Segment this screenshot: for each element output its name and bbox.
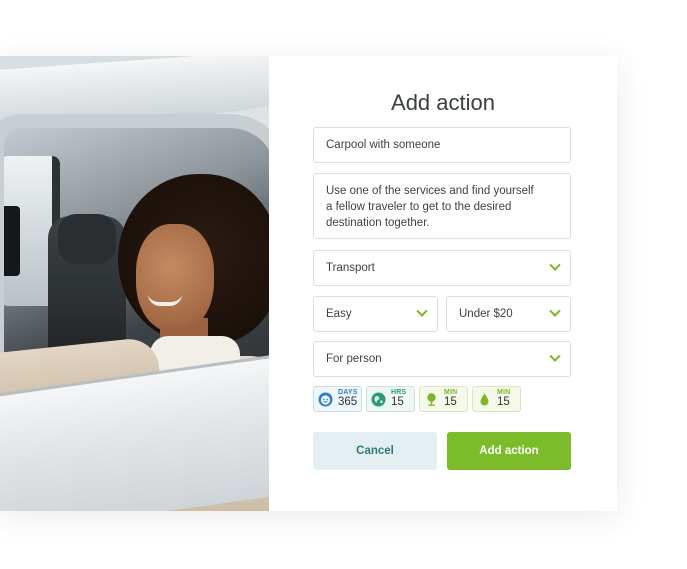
hours-badge-value: 15 [391, 396, 404, 409]
audience-select[interactable]: For person [313, 341, 571, 377]
audience-select-value: For person [326, 353, 382, 365]
days-badge-unit: DAYS [338, 389, 358, 397]
action-name-input[interactable]: Carpool with someone [313, 127, 571, 163]
chevron-down-icon [416, 305, 428, 317]
category-select[interactable]: Transport [313, 250, 571, 286]
chevron-down-icon [549, 350, 561, 362]
minutes-badge-drop: MIN 15 [472, 386, 521, 412]
minutes-badge-drop-value: 15 [497, 396, 510, 409]
minutes-badge-tree: MIN 15 [419, 386, 468, 412]
drop-icon [477, 392, 492, 407]
add-action-card: Add action Carpool with someone Use one … [0, 56, 617, 511]
minutes-badge-tree-unit: MIN [444, 389, 458, 397]
chevron-down-icon [549, 305, 561, 317]
cost-select-value: Under $20 [459, 308, 513, 320]
minutes-badge-drop-unit: MIN [497, 389, 511, 397]
add-action-button[interactable]: Add action [447, 432, 571, 470]
add-action-form: Add action Carpool with someone Use one … [269, 56, 617, 511]
days-badge-value: 365 [338, 396, 358, 409]
days-badge: DAYS 365 [313, 386, 362, 412]
globe-icon [371, 392, 386, 407]
woman-driving-photo [0, 56, 269, 511]
cost-select[interactable]: Under $20 [446, 296, 571, 332]
tree-icon [424, 392, 439, 407]
difficulty-select-value: Easy [326, 308, 352, 320]
hours-badge-unit: HRS [391, 389, 407, 397]
impact-badges: DAYS 365 HRS 15 MIN 15 MIN 15 [313, 386, 521, 412]
difficulty-select[interactable]: Easy [313, 296, 438, 332]
minutes-badge-tree-value: 15 [444, 396, 457, 409]
cancel-button[interactable]: Cancel [313, 432, 437, 470]
woman-face [136, 224, 214, 332]
action-description-textarea[interactable]: Use one of the services and find yoursel… [313, 173, 571, 239]
category-select-value: Transport [326, 262, 375, 274]
face-icon [318, 392, 333, 407]
dialog-title: Add action [391, 90, 495, 115]
chevron-down-icon [549, 259, 561, 271]
hours-badge: HRS 15 [366, 386, 415, 412]
